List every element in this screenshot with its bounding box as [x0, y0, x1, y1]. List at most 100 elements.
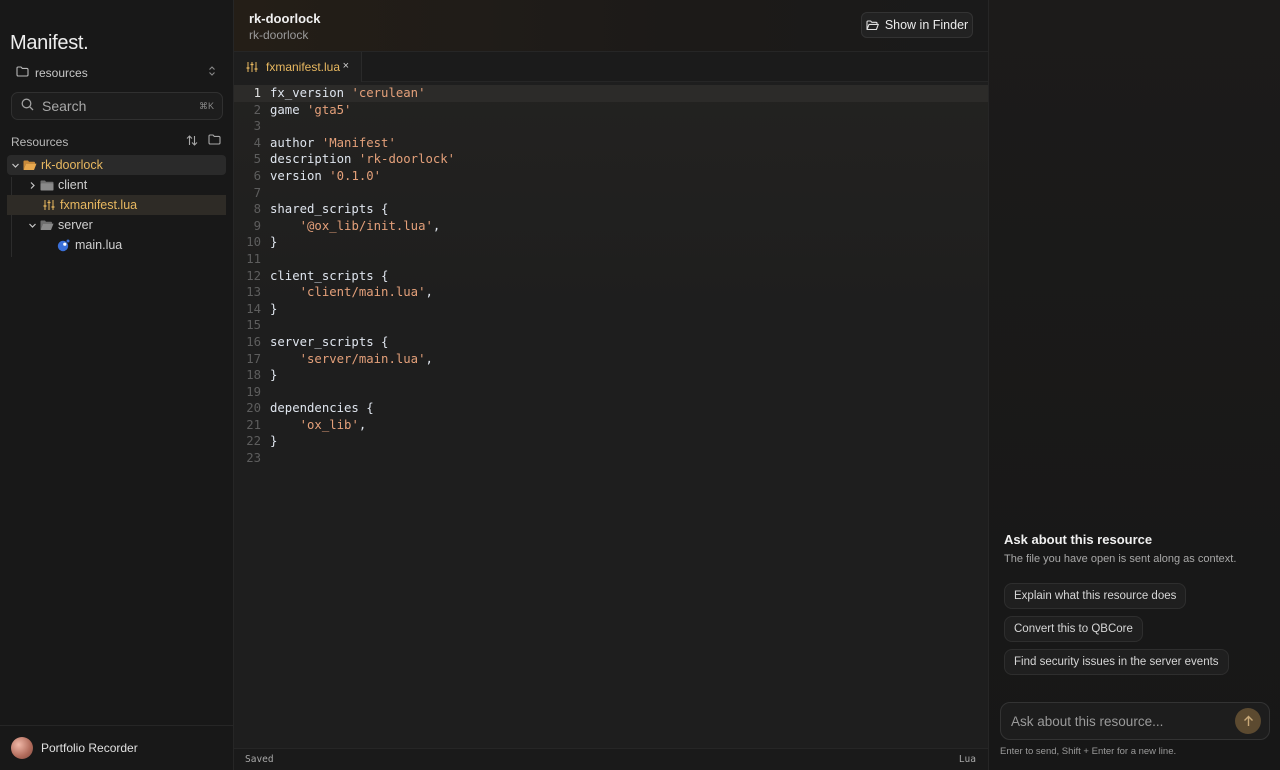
code-token: } — [270, 235, 278, 250]
line-number: 19 — [246, 384, 261, 399]
code-text: server_scripts { — [270, 334, 388, 351]
tree-label-rk-doorlock: rk-doorlock — [41, 158, 103, 172]
folder-open-icon — [40, 220, 54, 231]
code-line: 19 — [234, 384, 988, 401]
code-string: 'server/main.lua' — [299, 351, 426, 366]
code-text: '@ox_lib/init.lua', — [270, 218, 441, 235]
code-token: server_scripts { — [270, 334, 389, 349]
code-string: 'cerulean' — [351, 86, 426, 100]
resources-label: Resources — [11, 135, 69, 149]
code-editor[interactable]: 1 fx_version 'cerulean' 2 game 'gta5' 3 4 auth… — [234, 85, 988, 748]
tree-folder-server[interactable]: server — [7, 215, 226, 235]
chevron-down-icon — [7, 161, 23, 170]
code-token: , — [425, 285, 433, 300]
ask-input[interactable]: Ask about this resource... — [1000, 702, 1270, 740]
assistant-subtitle: The file you have open is sent along as … — [1004, 553, 1237, 565]
tree-file-main-lua[interactable]: main.lua — [7, 235, 226, 255]
code-token: fx_version — [270, 86, 352, 100]
code-text: game 'gta5' — [270, 102, 351, 119]
chevron-right-icon — [24, 181, 40, 190]
folder-icon — [40, 180, 54, 191]
folder-open-icon — [23, 160, 37, 171]
code-token: , — [432, 218, 441, 233]
suggestion-chip[interactable]: Explain what this resource does — [1004, 583, 1187, 609]
tree-file-fxmanifest[interactable]: fxmanifest.lua — [7, 195, 226, 215]
line-number: 8 — [253, 202, 261, 217]
code-string: 'gta5' — [307, 102, 352, 117]
code-string: '0.1.0' — [329, 168, 382, 183]
code-line: 6 version '0.1.0' — [234, 168, 988, 185]
sliders-icon — [43, 199, 55, 211]
code-text: author 'Manifest' — [270, 135, 396, 152]
code-line: 5 description 'rk-doorlock' — [234, 151, 988, 168]
line-number: 10 — [246, 235, 261, 250]
code-token: , — [358, 417, 367, 432]
line-number: 1 — [253, 86, 261, 100]
code-line: 13 'client/main.lua', — [234, 284, 988, 301]
tree-folder-rk-doorlock[interactable]: rk-doorlock — [7, 155, 226, 175]
save-status: Saved — [245, 754, 274, 765]
editor-header: rk-doorlock rk-doorlock Show in Finder — [234, 0, 988, 52]
code-token: author — [270, 135, 322, 150]
code-line: 22} — [234, 433, 988, 450]
suggestion-chip[interactable]: Find security issues in the server event… — [1004, 649, 1229, 675]
search-input[interactable]: Search ⌘K — [11, 92, 223, 120]
resource-title: rk-doorlock — [249, 11, 321, 26]
code-token: dependencies { — [270, 401, 374, 416]
tree-folder-client[interactable]: client — [7, 175, 226, 195]
language-mode[interactable]: Lua — [959, 754, 976, 765]
code-text: version '0.1.0' — [270, 168, 381, 185]
line-number: 16 — [246, 334, 261, 349]
code-line: 1 fx_version 'cerulean' — [234, 85, 988, 102]
code-line: 23 — [234, 450, 988, 467]
send-button[interactable] — [1235, 708, 1261, 734]
tree-label-fxmanifest: fxmanifest.lua — [60, 198, 138, 212]
arrow-up-icon — [1243, 715, 1254, 727]
code-line: 17 'server/main.lua', — [234, 351, 988, 368]
code-line: 15 — [234, 317, 988, 334]
sliders-icon — [246, 61, 258, 73]
file-tree: rk-doorlock client fxmanifest.lua server… — [7, 155, 226, 255]
code-string: 'ox_lib' — [299, 417, 359, 432]
close-icon[interactable]: × — [343, 60, 349, 72]
code-text: client_scripts { — [270, 268, 388, 285]
suggestion-chip[interactable]: Convert this to QBCore — [1004, 616, 1143, 642]
assistant-title: Ask about this resource — [1004, 532, 1153, 547]
tree-label-main-lua: main.lua — [75, 238, 123, 252]
show-in-finder-button[interactable]: Show in Finder — [861, 12, 973, 38]
line-number: 15 — [246, 318, 261, 333]
user-profile[interactable]: Portfolio Recorder — [0, 725, 234, 770]
line-number: 7 — [253, 185, 261, 200]
code-line: 2 game 'gta5' — [234, 102, 988, 119]
code-token: } — [270, 301, 278, 316]
show-in-finder-label: Show in Finder — [884, 18, 969, 32]
code-line: 8 shared_scripts { — [234, 201, 988, 218]
line-number: 20 — [246, 401, 261, 416]
tab-fxmanifest[interactable]: fxmanifest.lua × — [234, 52, 362, 82]
new-folder-icon[interactable] — [208, 134, 221, 150]
resources-header: Resources — [11, 133, 223, 151]
code-text: 'ox_lib', — [270, 417, 367, 434]
code-text: } — [270, 367, 277, 384]
workspace-select[interactable]: resources — [10, 62, 224, 84]
tab-label: fxmanifest.lua — [266, 60, 341, 74]
code-token: client_scripts { — [270, 268, 389, 283]
user-name: Portfolio Recorder — [41, 741, 138, 755]
code-line: 12 client_scripts { — [234, 268, 988, 285]
tab-bar: fxmanifest.lua × — [234, 52, 988, 82]
line-number: 4 — [253, 135, 261, 150]
code-token: game — [270, 102, 308, 117]
line-number: 13 — [246, 285, 261, 300]
assistant-panel: Ask about this resource The file you hav… — [988, 0, 1280, 770]
folder-open-icon — [866, 19, 879, 31]
code-token: shared_scripts { — [270, 202, 389, 217]
line-number: 3 — [253, 119, 261, 134]
chevron-down-icon — [24, 221, 40, 230]
tree-label-client: client — [58, 178, 88, 192]
folder-icon — [16, 66, 29, 80]
code-token: , — [425, 351, 433, 366]
sort-icon[interactable] — [186, 134, 198, 150]
workspace-label: resources — [35, 66, 88, 80]
search-shortcut: ⌘K — [198, 101, 214, 111]
